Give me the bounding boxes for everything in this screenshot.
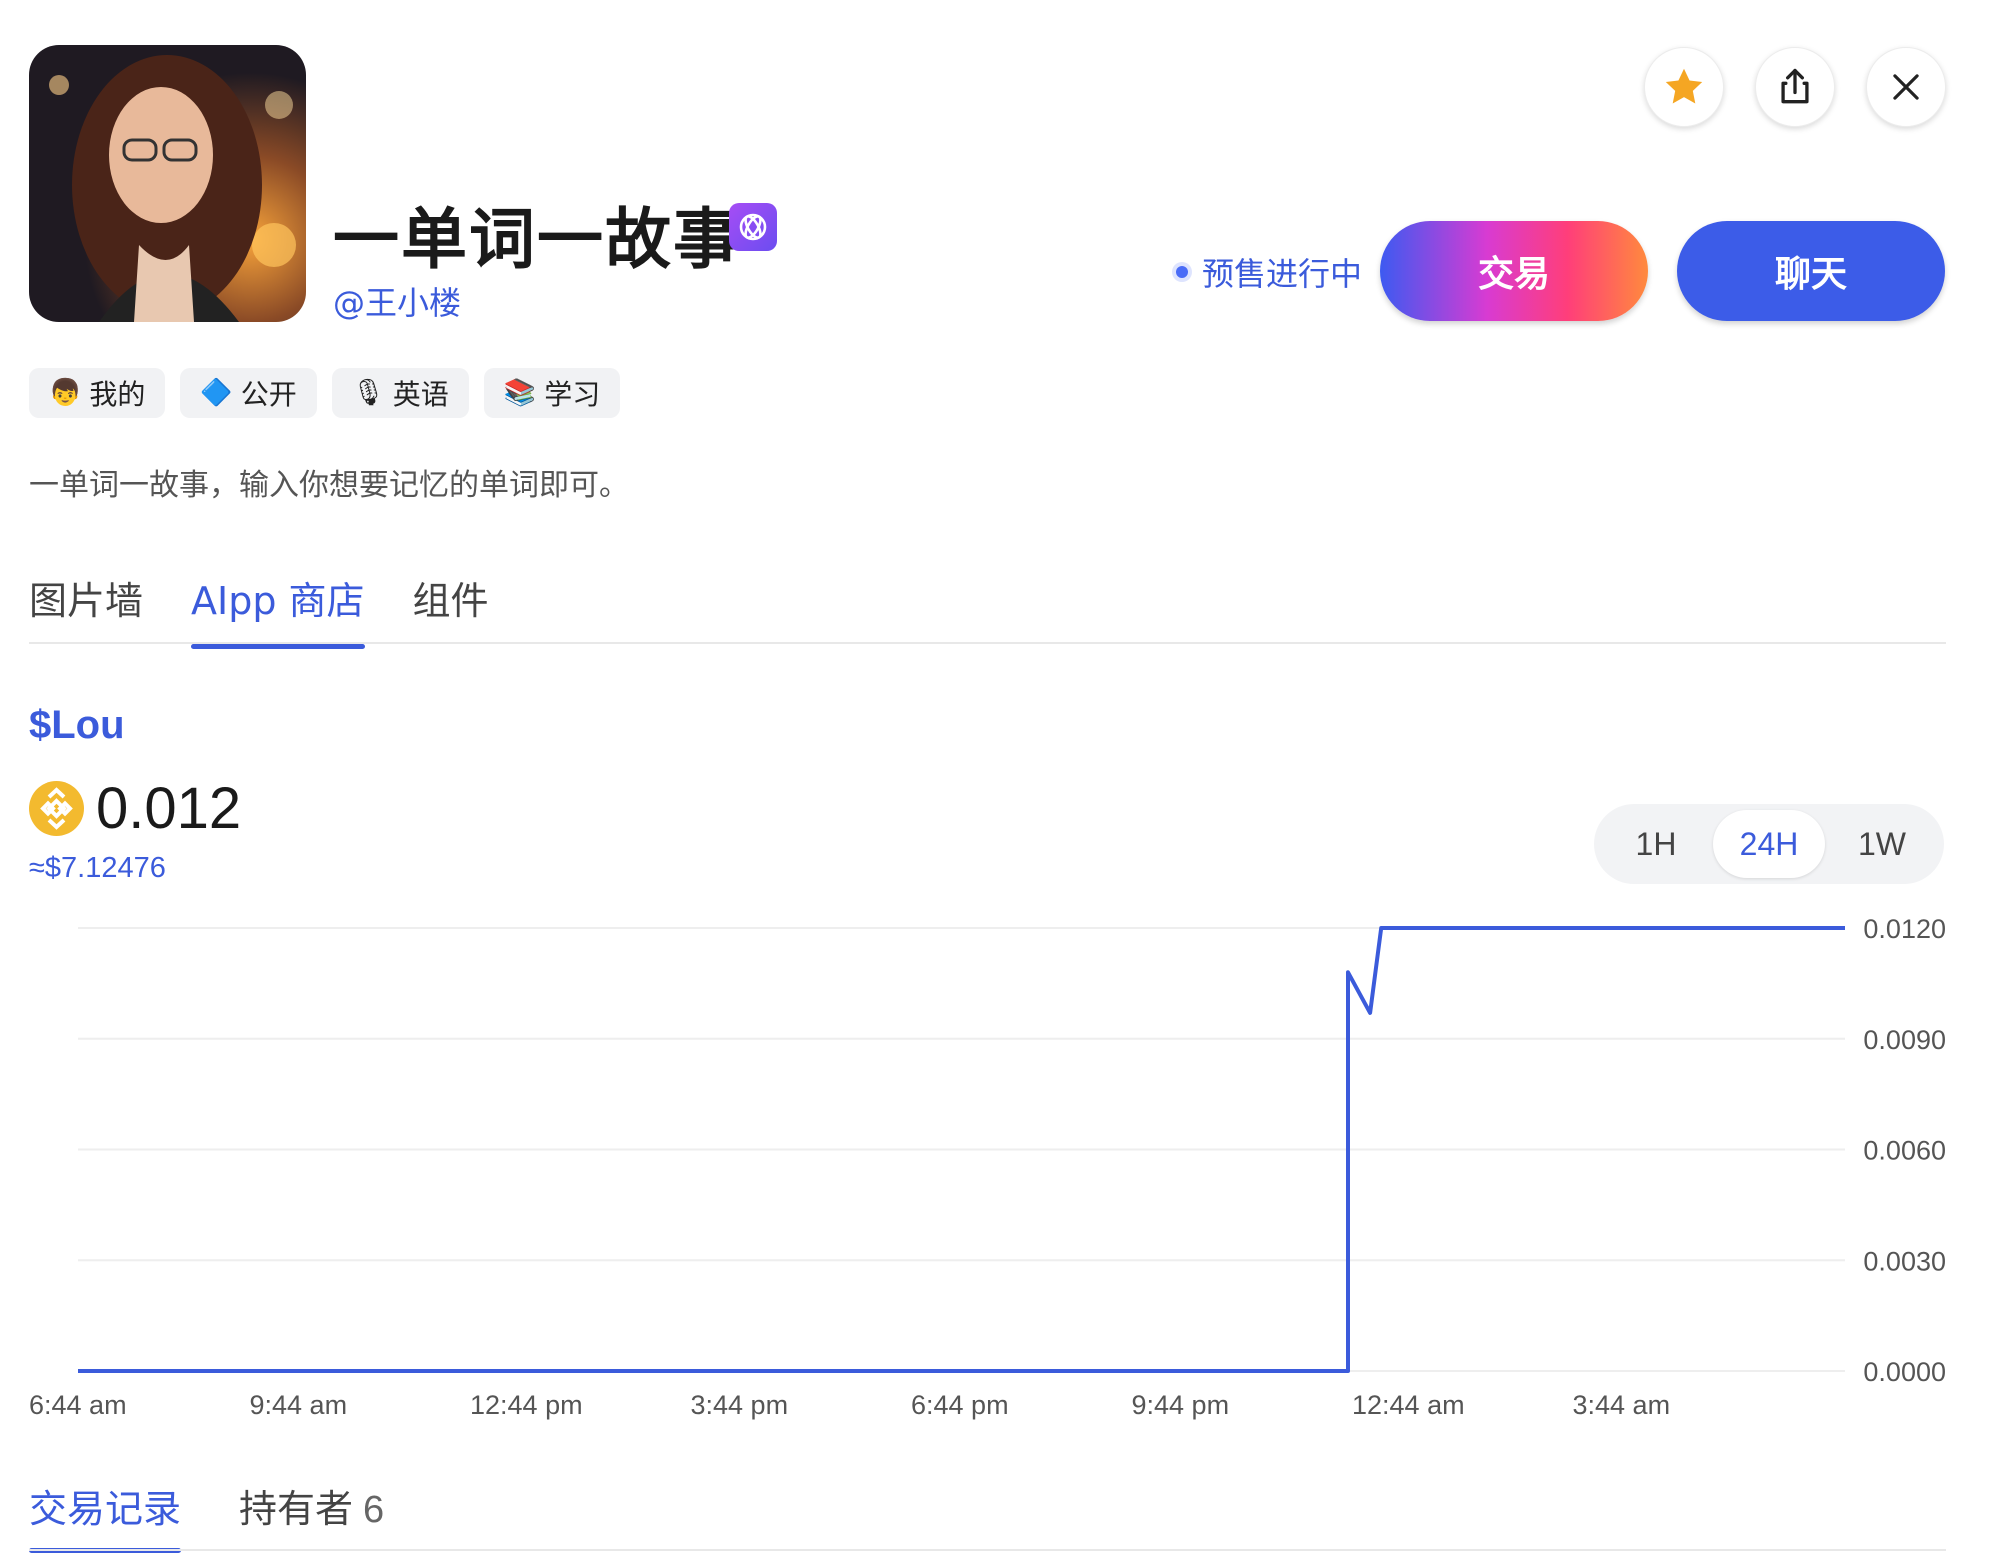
page-title: 一单词一故事 [333,201,741,278]
y-tick-label: 0.0090 [1863,1025,1946,1055]
main-tabs: 图片墙 AIpp 商店 组件 [29,570,489,649]
tag-study[interactable]: 📚 学习 [483,368,621,418]
holders-count: 6 [363,1489,385,1531]
description: 一单词一故事，输入你想要记忆的单词即可。 [29,468,629,503]
tag-label: 学习 [544,378,601,411]
presale-status: 预售进行中 [1176,252,1363,293]
share-button[interactable] [1755,47,1835,127]
tab-trade-records[interactable]: 交易记录 [29,1478,182,1553]
time-range-selector: 1H 24H 1W [1594,804,1944,884]
close-button[interactable] [1866,47,1946,127]
tag-english[interactable]: 🎙 英语 [331,368,469,418]
tab-label: 持有者 [239,1487,354,1531]
x-tick-label: 3:44 pm [691,1390,789,1420]
x-tick-label: 12:44 am [1352,1390,1465,1420]
trade-button[interactable]: 交易 [1380,221,1648,321]
y-tick-label: 0.0000 [1863,1357,1946,1387]
price-row: 0.012 [29,775,241,842]
x-tick-label: 6:44 pm [911,1390,1009,1420]
avatar[interactable] [29,45,306,322]
boy-icon: 👦 [49,378,82,408]
x-tick-label: 12:44 pm [470,1390,583,1420]
tag-label: 公开 [240,378,297,411]
author-handle[interactable]: @王小楼 [333,278,461,324]
close-icon [1893,74,1919,100]
x-tick-label: 6:44 am [29,1390,127,1420]
usd-price: ≈$7.12476 [29,852,166,884]
tag-list: 👦 我的 🔷 公开 🎙 英语 📚 学习 [29,368,621,418]
price-chart: 0.0120 0.0090 0.0060 0.0030 0.0000 6:44 am 9:4… [29,914,1946,1420]
range-1h[interactable]: 1H [1600,810,1712,878]
share-icon [1781,68,1809,104]
tab-widgets[interactable]: 组件 [413,570,489,647]
bottom-tabs: 交易记录 持有者 6 [29,1478,384,1553]
tab-holders[interactable]: 持有者 6 [239,1478,384,1551]
avatar-image [29,45,306,322]
bnb-icon [29,781,84,836]
tab-aipp-store[interactable]: AIpp 商店 [191,570,365,649]
bottom-tabs-divider [29,1549,1946,1551]
tag-label: 英语 [392,378,449,411]
star-icon [1665,68,1703,104]
presale-label: 预售进行中 [1202,255,1363,293]
y-tick-label: 0.0030 [1863,1246,1946,1276]
x-tick-label: 9:44 am [250,1390,348,1420]
tab-label: 交易记录 [29,1487,182,1531]
microphone-icon: 🎙 [351,378,385,408]
favorite-button[interactable] [1644,47,1724,127]
token-price: 0.012 [96,776,242,841]
chat-button[interactable]: 聊天 [1677,221,1945,321]
tag-label: 我的 [89,378,146,411]
tab-image-wall[interactable]: 图片墙 [29,570,143,647]
tag-public[interactable]: 🔷 公开 [180,368,317,418]
status-dot [1176,266,1188,278]
x-tick-label: 9:44 pm [1132,1390,1230,1420]
x-tick-label: 3:44 am [1573,1390,1671,1420]
y-tick-label: 0.0120 [1863,914,1946,944]
range-24h[interactable]: 24H [1713,810,1825,878]
openai-icon [729,203,777,251]
tag-mine[interactable]: 👦 我的 [29,368,166,418]
token-ticker: $Lou [29,703,125,747]
tabs-divider [29,642,1946,644]
range-1w[interactable]: 1W [1826,810,1938,878]
books-icon: 📚 [503,378,537,408]
y-tick-label: 0.0060 [1863,1136,1946,1166]
diamond-icon: 🔷 [200,378,233,408]
